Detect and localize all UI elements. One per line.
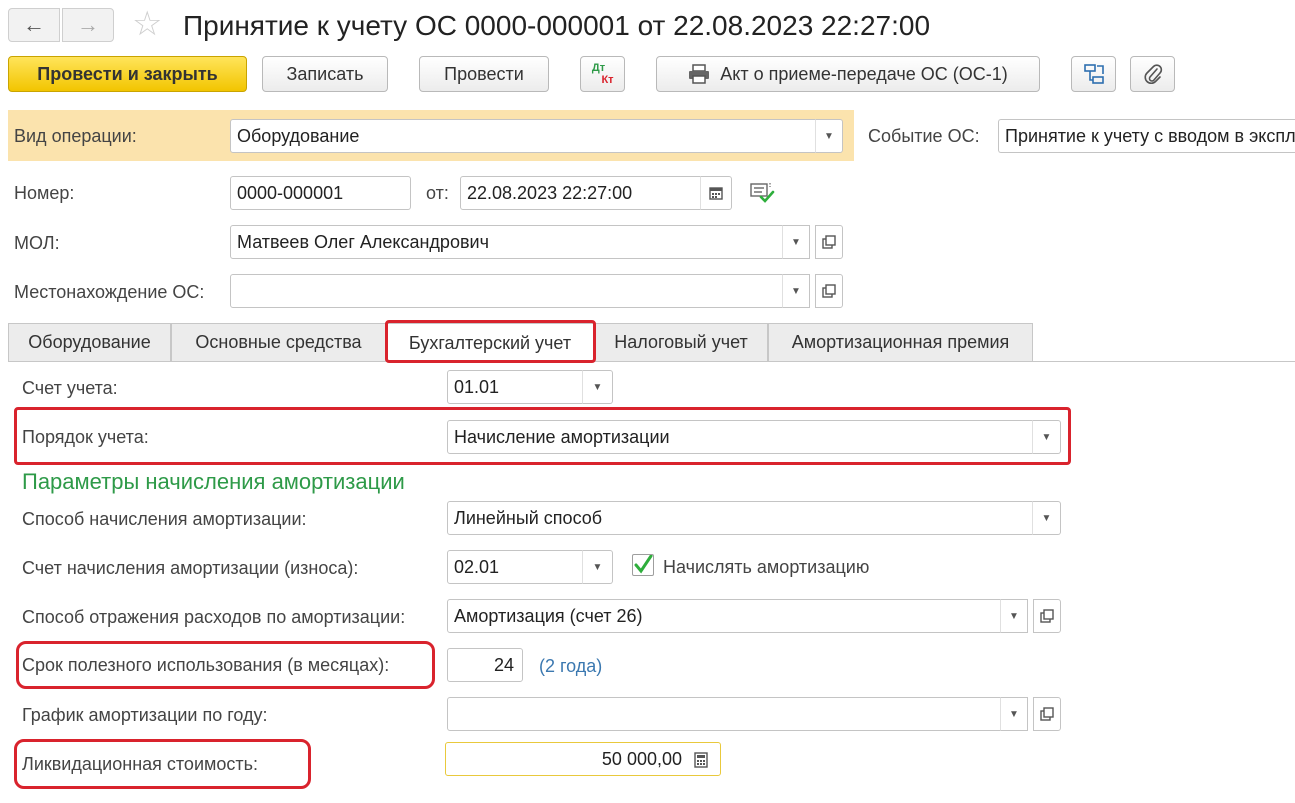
star-icon[interactable]: ☆ — [132, 7, 162, 41]
checkmark-icon — [634, 555, 653, 574]
arrow-left-icon: ← — [23, 12, 45, 37]
calendar-button[interactable] — [700, 176, 732, 210]
chevron-down-icon: ▼ — [791, 285, 801, 297]
life-label: Срок полезного использования (в месяцах)… — [22, 655, 390, 675]
section-title: Параметры начисления амортизации — [22, 469, 405, 494]
expense-label: Способ отражения расходов по амортизации… — [22, 607, 406, 627]
structure-button[interactable] — [1071, 56, 1116, 92]
accrue-label[interactable]: Начислять амортизацию — [663, 557, 869, 578]
operation-label: Вид операции: — [14, 126, 137, 146]
posted-status-icon[interactable] — [750, 181, 776, 210]
event-field[interactable]: Принятие к учету с вводом в эксплуатацию — [998, 119, 1295, 153]
account-label: Счет учета: — [22, 378, 118, 398]
event-label: Событие ОС: — [868, 126, 980, 146]
expense-field[interactable]: Амортизация (счет 26) — [447, 599, 1001, 633]
tab-depreciation-bonus[interactable]: Амортизационная премия — [768, 323, 1033, 361]
schedule-label: График амортизации по году: — [22, 705, 268, 725]
back-button[interactable]: ← — [8, 8, 60, 42]
chevron-down-icon: ▼ — [824, 130, 834, 142]
date-field[interactable]: 22.08.2023 22:27:00 — [460, 176, 701, 210]
tab-tax-accounting[interactable]: Налоговый учет — [594, 323, 768, 361]
method-dropdown[interactable]: ▼ — [1032, 501, 1061, 535]
open-icon — [822, 235, 836, 249]
tab-equipment[interactable]: Оборудование — [8, 323, 171, 361]
chevron-down-icon: ▼ — [1009, 708, 1019, 720]
chevron-down-icon: ▼ — [1041, 431, 1052, 443]
operation-dropdown[interactable]: ▼ — [815, 119, 843, 153]
order-dropdown[interactable]: ▼ — [1032, 420, 1061, 454]
print-act-button[interactable]: Акт о приеме-передаче ОС (ОС-1) — [656, 56, 1040, 92]
kt-label: Кт — [601, 74, 614, 86]
life-hint-link[interactable]: (2 года) — [539, 656, 602, 677]
mol-field[interactable]: Матвеев Олег Александрович — [230, 225, 783, 259]
schedule-open-button[interactable] — [1033, 697, 1061, 731]
open-icon — [822, 284, 836, 298]
save-button[interactable]: Записать — [262, 56, 388, 92]
number-field[interactable]: 0000-000001 — [230, 176, 411, 210]
calendar-icon — [709, 187, 723, 200]
tabs-baseline — [8, 361, 1295, 362]
account-dropdown[interactable]: ▼ — [582, 370, 613, 404]
arrow-right-icon: → — [77, 12, 99, 37]
chevron-down-icon: ▼ — [1041, 512, 1052, 524]
order-select[interactable]: Начисление амортизации — [447, 420, 1033, 454]
order-label: Порядок учета: — [22, 427, 149, 447]
chevron-down-icon: ▼ — [1009, 610, 1019, 622]
tab-highlight — [385, 320, 596, 363]
salvage-label: Ликвидационная стоимость: — [22, 754, 259, 774]
paperclip-icon — [1144, 64, 1162, 84]
life-field[interactable]: 24 — [447, 648, 523, 682]
schedule-field[interactable] — [447, 697, 1001, 731]
operation-select[interactable]: Оборудование — [230, 119, 816, 153]
calculator-icon[interactable] — [693, 752, 709, 773]
location-open-button[interactable] — [815, 274, 843, 308]
dt-label: Дт — [591, 62, 606, 74]
chevron-down-icon: ▼ — [592, 381, 603, 393]
mol-dropdown[interactable]: ▼ — [782, 225, 810, 259]
post-and-close-button[interactable]: Провести и закрыть — [8, 56, 247, 92]
method-select[interactable]: Линейный способ — [447, 501, 1033, 535]
account-field[interactable]: 01.01 — [447, 370, 583, 404]
open-icon — [1040, 609, 1054, 623]
number-label: Номер: — [14, 183, 75, 203]
dtkt-button[interactable]: Дт Кт — [580, 56, 625, 92]
location-dropdown[interactable]: ▼ — [782, 274, 810, 308]
schedule-dropdown[interactable]: ▼ — [1000, 697, 1028, 731]
chevron-down-icon: ▼ — [592, 561, 603, 573]
document-structure-icon — [1083, 64, 1104, 84]
method-label: Способ начисления амортизации: — [22, 509, 307, 529]
printer-icon — [689, 64, 710, 84]
open-icon — [1040, 707, 1054, 721]
date-label: от: — [426, 183, 449, 203]
depr-account-dropdown[interactable]: ▼ — [582, 550, 613, 584]
location-field[interactable] — [230, 274, 783, 308]
accrue-checkbox[interactable] — [632, 554, 654, 576]
expense-dropdown[interactable]: ▼ — [1000, 599, 1028, 633]
forward-button[interactable]: → — [62, 8, 114, 42]
post-button[interactable]: Провести — [419, 56, 549, 92]
expense-open-button[interactable] — [1033, 599, 1061, 633]
depr-account-field[interactable]: 02.01 — [447, 550, 583, 584]
print-act-label: Акт о приеме-передаче ОС (ОС-1) — [720, 63, 1008, 84]
mol-open-button[interactable] — [815, 225, 843, 259]
mol-label: МОЛ: — [14, 233, 60, 253]
page-title: Принятие к учету ОС 0000-000001 от 22.08… — [183, 10, 931, 41]
location-label: Местонахождение ОС: — [14, 282, 205, 302]
attach-button[interactable] — [1130, 56, 1175, 92]
tab-fixed-assets[interactable]: Основные средства — [171, 323, 386, 361]
depr-account-label: Счет начисления амортизации (износа): — [22, 558, 359, 578]
salvage-field[interactable]: 50 000,00 — [445, 742, 721, 776]
chevron-down-icon: ▼ — [791, 236, 801, 248]
